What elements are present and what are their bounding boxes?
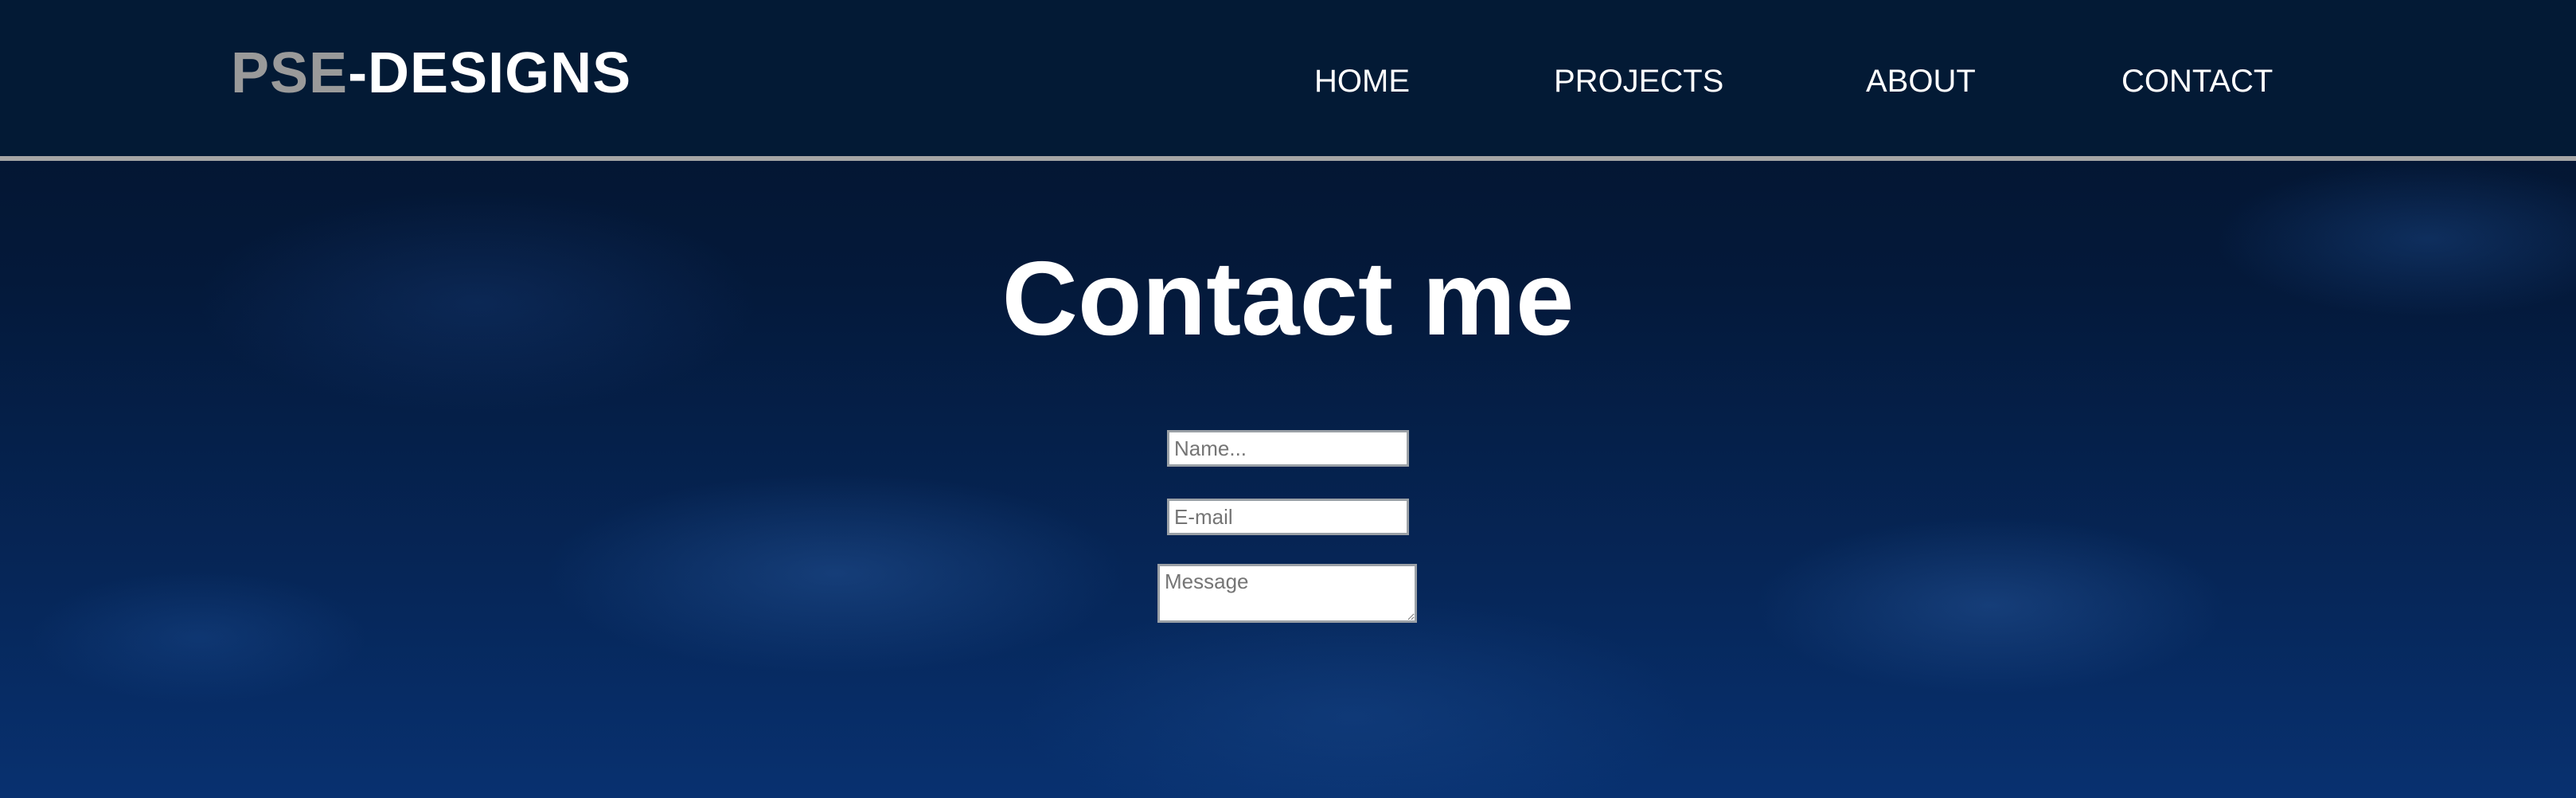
- logo-part-pse: PSE: [231, 41, 349, 105]
- nav-home-link[interactable]: HOME: [1314, 59, 1410, 104]
- site-logo[interactable]: PSE-DESIGNS: [231, 41, 631, 105]
- logo-part-designs: -DESIGNS: [348, 41, 632, 105]
- name-input[interactable]: [1167, 430, 1409, 467]
- nav-contact-link[interactable]: CONTACT: [2121, 59, 2273, 104]
- email-input[interactable]: [1167, 499, 1409, 535]
- message-textarea[interactable]: [1157, 564, 1417, 623]
- nav-projects-link[interactable]: PROJECTS: [1554, 59, 1723, 104]
- site-header: PSE-DESIGNS HOME PROJECTS ABOUT CONTACT: [0, 0, 2576, 161]
- page-title: Contact me: [1001, 240, 1575, 357]
- nav-about-link[interactable]: ABOUT: [1866, 59, 1976, 104]
